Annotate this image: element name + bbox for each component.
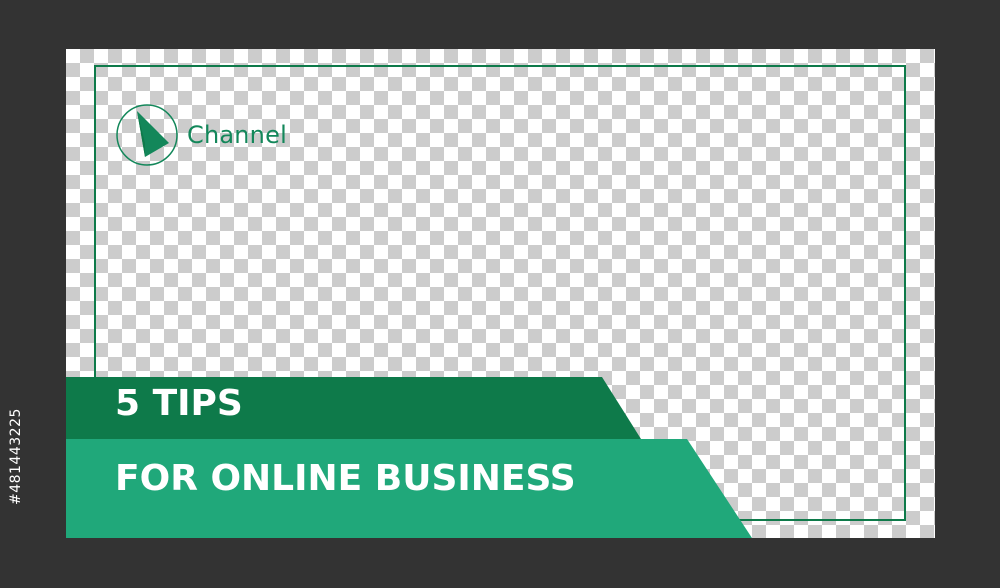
headline-line-2: FOR ONLINE BUSINESS (115, 458, 576, 499)
channel-name: Channel (187, 121, 287, 149)
triangle-play-icon (116, 104, 178, 166)
thumbnail-canvas: Channel 5 TIPS FOR ONLINE BUSINESS (66, 49, 935, 538)
headline-line-1: 5 TIPS (115, 383, 243, 424)
stock-id-watermark: #481443225 (8, 408, 24, 505)
channel-logo: Channel (115, 103, 287, 167)
